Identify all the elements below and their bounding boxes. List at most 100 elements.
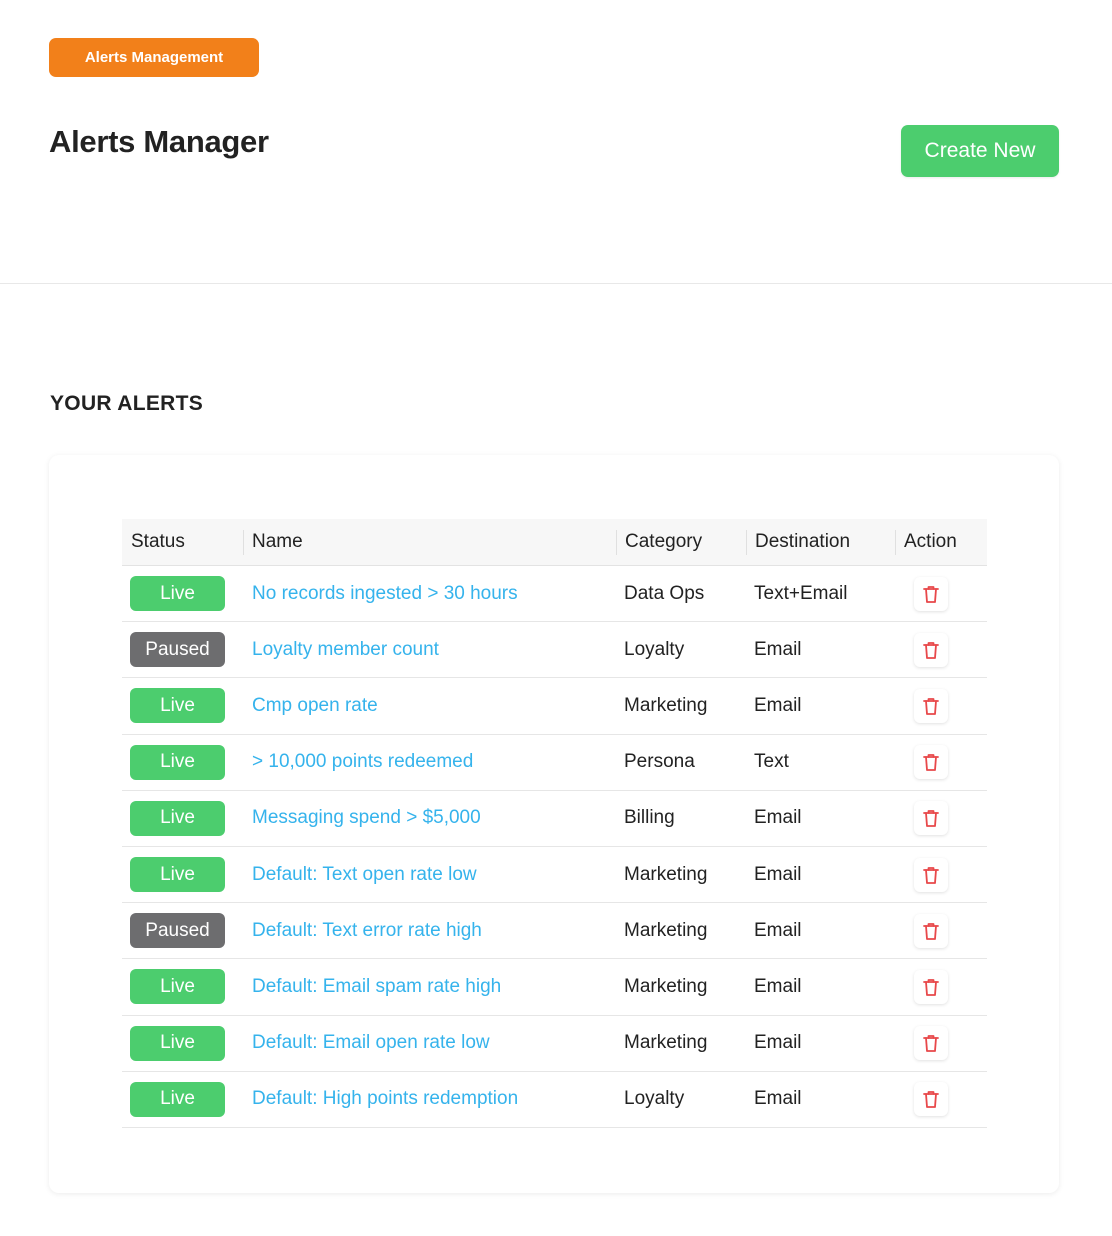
status-badge: Live xyxy=(130,1081,225,1117)
alert-name-link[interactable]: Default: Text open rate low xyxy=(252,864,477,886)
table-row: Live Default: Text open rate low Marketing… xyxy=(122,847,987,904)
alerts-page: Alerts Management Alerts Manager Create … xyxy=(0,0,1112,1236)
trash-icon xyxy=(922,640,940,660)
section-heading: YOUR ALERTS xyxy=(50,392,204,415)
trash-icon xyxy=(922,865,940,885)
section-tag: Alerts Management xyxy=(49,38,259,77)
alert-name-link[interactable]: Cmp open rate xyxy=(252,695,378,717)
destination-cell: Email xyxy=(754,807,802,829)
destination-cell: Email xyxy=(754,863,802,885)
category-cell: Marketing xyxy=(624,975,708,997)
delete-button[interactable] xyxy=(914,745,948,780)
alert-name-link[interactable]: Default: Text error rate high xyxy=(252,920,482,942)
status-badge: Live xyxy=(130,688,225,724)
status-cell: Live xyxy=(122,566,243,621)
status-badge: Paused xyxy=(130,632,225,668)
delete-button[interactable] xyxy=(914,688,948,723)
create-new-button[interactable]: Create New xyxy=(901,125,1059,177)
table-row: Live Messaging spend > $5,000 Billing Email xyxy=(122,791,987,847)
status-badge: Paused xyxy=(130,913,225,949)
status-cell: Live xyxy=(122,678,243,733)
destination-cell: Email xyxy=(754,975,802,997)
action-cell xyxy=(895,791,987,846)
name-cell: > 10,000 points redeemed xyxy=(243,735,616,790)
table-body: Live No records ingested > 30 hours Data O… xyxy=(122,566,987,1128)
status-badge: Live xyxy=(130,857,225,893)
status-badge: Live xyxy=(130,969,225,1005)
trash-icon xyxy=(922,977,940,997)
column-header-destination: Destination xyxy=(746,519,895,565)
status-cell: Live xyxy=(122,959,243,1014)
action-cell xyxy=(895,903,987,958)
name-cell: Default: High points redemption xyxy=(243,1072,616,1127)
action-cell xyxy=(895,566,987,621)
delete-button[interactable] xyxy=(914,576,948,611)
alert-name-link[interactable]: Default: High points redemption xyxy=(252,1088,518,1110)
alerts-table: Status Name Category Destination Action … xyxy=(122,519,987,1128)
name-cell: Default: Email open rate low xyxy=(243,1016,616,1071)
column-header-category: Category xyxy=(616,519,746,565)
trash-icon xyxy=(922,584,940,604)
alert-name-link[interactable]: Messaging spend > $5,000 xyxy=(252,807,481,829)
status-cell: Paused xyxy=(122,903,243,958)
category-cell: Marketing xyxy=(624,919,708,941)
delete-button[interactable] xyxy=(914,1026,948,1061)
destination-cell: Email xyxy=(754,1032,802,1054)
destination-cell: Text xyxy=(754,751,789,773)
name-cell: Default: Email spam rate high xyxy=(243,959,616,1014)
trash-icon xyxy=(922,1033,940,1053)
trash-icon xyxy=(922,921,940,941)
name-cell: Default: Text error rate high xyxy=(243,903,616,958)
category-cell: Marketing xyxy=(624,694,708,716)
status-badge: Live xyxy=(130,1025,225,1061)
table-header: Status Name Category Destination Action xyxy=(122,519,987,566)
column-header-name: Name xyxy=(243,519,616,565)
status-cell: Live xyxy=(122,1072,243,1127)
destination-cell: Email xyxy=(754,1088,802,1110)
alert-name-link[interactable]: > 10,000 points redeemed xyxy=(252,751,473,773)
delete-button[interactable] xyxy=(914,913,948,948)
trash-icon xyxy=(922,752,940,772)
table-row: Live No records ingested > 30 hours Data O… xyxy=(122,566,987,623)
action-cell xyxy=(895,678,987,733)
delete-button[interactable] xyxy=(914,632,948,667)
destination-cell: Email xyxy=(754,638,802,660)
delete-button[interactable] xyxy=(914,857,948,892)
status-cell: Live xyxy=(122,791,243,846)
table-row: Live Default: Email open rate low Marketin… xyxy=(122,1016,987,1072)
alert-name-link[interactable]: Default: Email open rate low xyxy=(252,1032,490,1054)
destination-cell: Email xyxy=(754,919,802,941)
name-cell: Cmp open rate xyxy=(243,678,616,733)
name-cell: Messaging spend > $5,000 xyxy=(243,791,616,846)
column-header-action: Action xyxy=(895,519,987,565)
column-header-status: Status xyxy=(131,531,185,552)
trash-icon xyxy=(922,808,940,828)
category-cell: Loyalty xyxy=(624,638,685,660)
category-cell: Marketing xyxy=(624,1032,708,1054)
delete-button[interactable] xyxy=(914,801,948,836)
destination-cell: Text+Email xyxy=(754,582,848,604)
table-row: Live Cmp open rate Marketing Email xyxy=(122,678,987,735)
status-cell: Live xyxy=(122,735,243,790)
alert-name-link[interactable]: Default: Email spam rate high xyxy=(252,976,501,998)
name-cell: Default: Text open rate low xyxy=(243,847,616,902)
alert-name-link[interactable]: No records ingested > 30 hours xyxy=(252,583,518,605)
destination-cell: Email xyxy=(754,694,802,716)
action-cell xyxy=(895,847,987,902)
action-cell xyxy=(895,1016,987,1071)
alert-name-link[interactable]: Loyalty member count xyxy=(252,639,439,661)
trash-icon xyxy=(922,1089,940,1109)
action-cell xyxy=(895,959,987,1014)
status-badge: Live xyxy=(130,800,225,836)
status-badge: Live xyxy=(130,576,225,612)
status-cell: Live xyxy=(122,847,243,902)
action-cell xyxy=(895,735,987,790)
delete-button[interactable] xyxy=(914,1082,948,1117)
table-row: Live > 10,000 points redeemed Persona Text xyxy=(122,735,987,791)
category-cell: Persona xyxy=(624,751,695,773)
name-cell: Loyalty member count xyxy=(243,622,616,677)
action-cell xyxy=(895,622,987,677)
table-row: Live Default: Email spam rate high Marketi… xyxy=(122,959,987,1016)
header-divider xyxy=(0,283,1112,284)
delete-button[interactable] xyxy=(914,969,948,1004)
